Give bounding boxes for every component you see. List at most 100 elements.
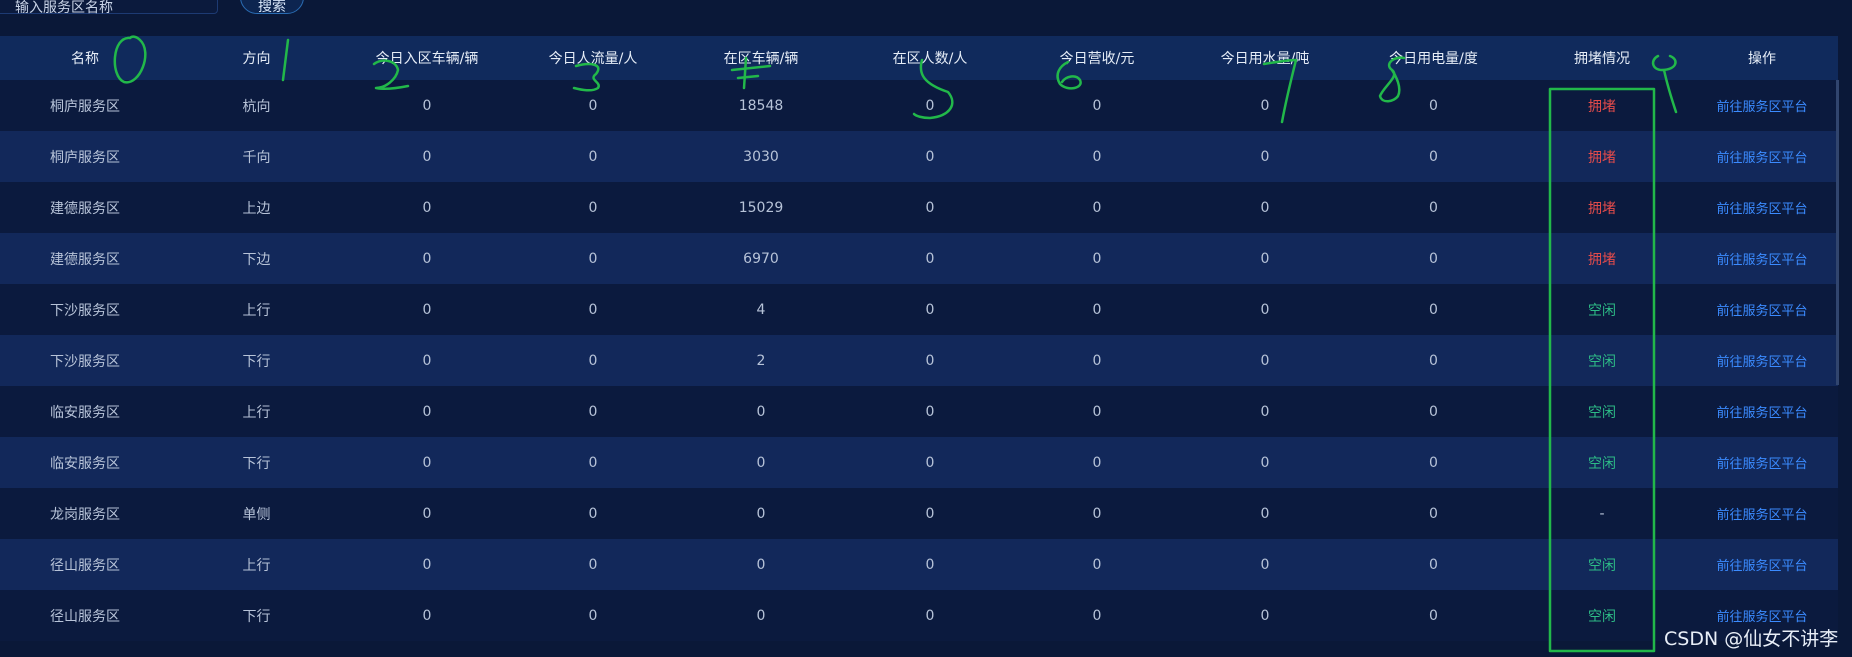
cell-congestion-status: 拥堵 (1588, 251, 1616, 268)
cell-revenue: 0 (1092, 556, 1102, 573)
cell-people-today: 0 (588, 607, 598, 624)
cell-direction: 千向 (242, 149, 271, 166)
go-to-platform-link[interactable]: 前往服务区平台 (1686, 131, 1838, 182)
cell-people-in-area: 0 (925, 301, 935, 318)
cell-vehicles-in-today: 0 (422, 454, 432, 471)
cell-direction: 下行 (242, 608, 271, 625)
cell-vehicles-in-today: 0 (422, 607, 432, 624)
table-body: 桐庐服务区 杭向 0 0 18548 0 0 0 0 拥堵 前往服务区平台 桐庐服务区 千向 0 0 3030… (0, 80, 1838, 641)
cell-people-in-area: 0 (925, 148, 935, 165)
cell-electricity: 0 (1429, 556, 1438, 573)
cell-people-in-area: 0 (925, 352, 935, 369)
cell-water: 0 (1260, 403, 1270, 420)
cell-revenue: 0 (1092, 199, 1102, 216)
go-to-platform-link[interactable]: 前往服务区平台 (1686, 284, 1838, 335)
cell-name: 径山服务区 (50, 557, 120, 574)
cell-people-today: 0 (588, 250, 598, 267)
go-to-platform-link[interactable]: 前往服务区平台 (1686, 437, 1838, 488)
cell-water: 0 (1260, 352, 1270, 369)
search-button[interactable]: 搜索 (240, 0, 304, 15)
cell-vehicles-in-area: 0 (756, 505, 766, 522)
table-row: 龙岗服务区 单侧 0 0 0 0 0 0 0 - 前往服务区平台 (0, 488, 1838, 539)
cell-electricity: 0 (1429, 148, 1438, 165)
top-bar: 输入服务区名称 搜索 (0, 0, 1852, 34)
cell-people-in-area: 0 (925, 454, 935, 471)
header-people-in-area: 在区人数/人 (892, 51, 968, 67)
go-to-platform-link[interactable]: 前往服务区平台 (1686, 335, 1838, 386)
cell-people-today: 0 (588, 301, 598, 318)
cell-people-today: 0 (588, 148, 598, 165)
cell-direction: 上边 (242, 200, 271, 217)
table-header-row: 名称 方向 今日入区车辆/辆 今日人流量/人 在区车辆/辆 在区人数/人 今日营… (0, 36, 1838, 80)
cell-name: 建德服务区 (50, 251, 120, 268)
cell-congestion-status: 拥堵 (1588, 149, 1616, 166)
cell-electricity: 0 (1429, 352, 1438, 369)
header-congestion: 拥堵情况 (1574, 51, 1630, 67)
cell-direction: 下行 (242, 353, 271, 370)
go-to-platform-link[interactable]: 前往服务区平台 (1686, 488, 1838, 539)
cell-vehicles-in-area: 0 (756, 403, 766, 420)
cell-name: 临安服务区 (50, 404, 120, 421)
cell-electricity: 0 (1429, 301, 1438, 318)
cell-people-today: 0 (588, 199, 598, 216)
cell-congestion-status: 空闲 (1588, 557, 1616, 574)
header-action: 操作 (1748, 51, 1776, 67)
cell-vehicles-in-today: 0 (422, 199, 432, 216)
cell-revenue: 0 (1092, 148, 1102, 165)
cell-name: 下沙服务区 (50, 353, 120, 370)
cell-people-in-area: 0 (925, 250, 935, 267)
table-row: 径山服务区 下行 0 0 0 0 0 0 0 空闲 前往服务区平台 (0, 590, 1838, 641)
table-row: 下沙服务区 下行 0 0 2 0 0 0 0 空闲 前往服务区平台 (0, 335, 1838, 386)
cell-vehicles-in-today: 0 (422, 403, 432, 420)
go-to-platform-link[interactable]: 前往服务区平台 (1686, 386, 1838, 437)
cell-revenue: 0 (1092, 607, 1102, 624)
cell-congestion-status: 空闲 (1588, 302, 1616, 319)
cell-name: 下沙服务区 (50, 302, 120, 319)
cell-vehicles-in-area: 0 (756, 607, 766, 624)
cell-congestion-status: 空闲 (1588, 608, 1616, 625)
cell-congestion-status: 空闲 (1588, 404, 1616, 421)
cell-people-in-area: 0 (925, 556, 935, 573)
cell-congestion-status: 空闲 (1588, 353, 1616, 370)
cell-electricity: 0 (1429, 250, 1438, 267)
cell-direction: 上行 (242, 302, 271, 319)
cell-revenue: 0 (1092, 454, 1102, 471)
cell-water: 0 (1260, 607, 1270, 624)
go-to-platform-link[interactable]: 前往服务区平台 (1686, 182, 1838, 233)
cell-water: 0 (1260, 505, 1270, 522)
go-to-platform-link[interactable]: 前往服务区平台 (1686, 233, 1838, 284)
cell-people-today: 0 (588, 352, 598, 369)
header-water: 今日用水量/吨 (1220, 51, 1310, 67)
cell-revenue: 0 (1092, 352, 1102, 369)
cell-people-in-area: 0 (925, 607, 935, 624)
go-to-platform-link[interactable]: 前往服务区平台 (1686, 539, 1838, 590)
cell-vehicles-in-area: 0 (756, 454, 766, 471)
header-vehicles-in-today: 今日入区车辆/辆 (375, 51, 479, 67)
cell-people-today: 0 (588, 505, 598, 522)
header-direction: 方向 (242, 51, 271, 67)
cell-vehicles-in-area: 3030 (743, 148, 779, 165)
table-row: 建德服务区 上边 0 0 15029 0 0 0 0 拥堵 前往服务区平台 (0, 182, 1838, 233)
cell-revenue: 0 (1092, 97, 1102, 114)
go-to-platform-link[interactable]: 前往服务区平台 (1686, 80, 1838, 131)
cell-revenue: 0 (1092, 403, 1102, 420)
header-name: 名称 (71, 51, 99, 67)
scrollbar[interactable] (1836, 80, 1839, 385)
search-input[interactable]: 输入服务区名称 (0, 0, 218, 16)
header-people-today: 今日人流量/人 (548, 51, 638, 67)
cell-direction: 下行 (242, 455, 271, 472)
cell-water: 0 (1260, 148, 1270, 165)
cell-vehicles-in-area: 6970 (743, 250, 779, 267)
cell-vehicles-in-area: 0 (756, 556, 766, 573)
cell-people-today: 0 (588, 403, 598, 420)
cell-electricity: 0 (1429, 403, 1438, 420)
cell-vehicles-in-area: 18548 (738, 97, 784, 114)
cell-water: 0 (1260, 97, 1270, 114)
cell-people-in-area: 0 (925, 505, 935, 522)
table-row: 桐庐服务区 千向 0 0 3030 0 0 0 0 拥堵 前往服务区平台 (0, 131, 1838, 182)
cell-people-in-area: 0 (925, 403, 935, 420)
cell-direction: 杭向 (242, 98, 271, 115)
cell-people-in-area: 0 (925, 199, 935, 216)
cell-water: 0 (1260, 250, 1270, 267)
cell-vehicles-in-today: 0 (422, 97, 432, 114)
